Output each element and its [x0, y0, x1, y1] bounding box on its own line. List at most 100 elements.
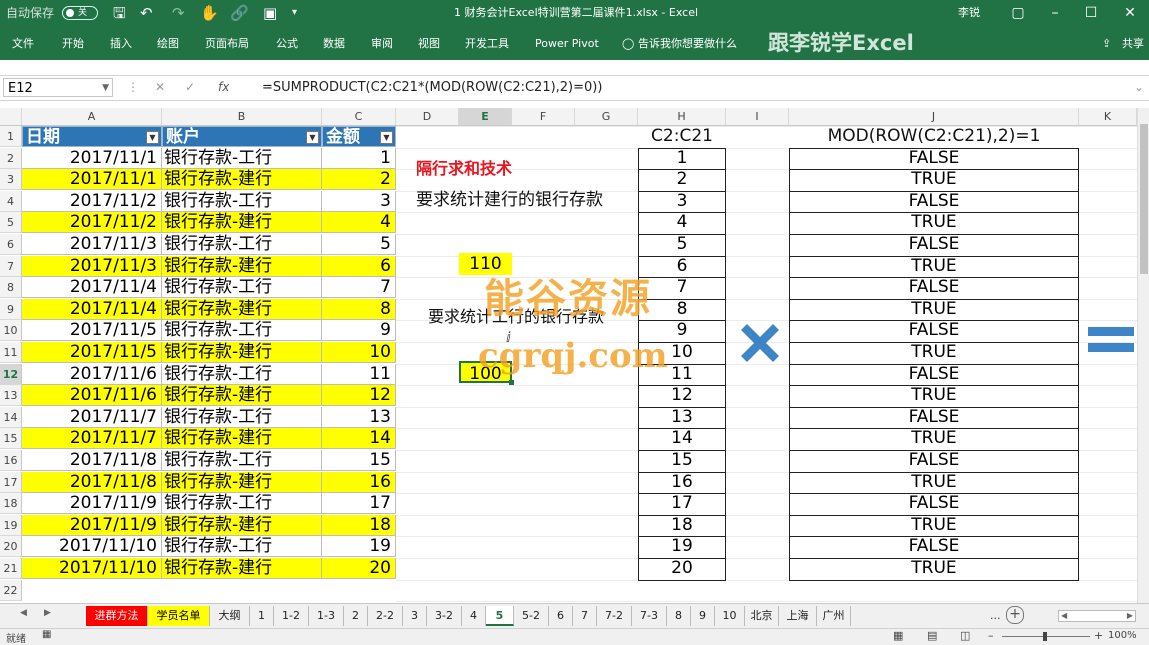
table-cell-amount[interactable]: 4 — [322, 212, 396, 234]
column-header-j[interactable]: J — [789, 108, 1079, 125]
sheet-tab[interactable]: 7-3 — [632, 606, 667, 626]
column-h-cell[interactable]: 1 — [638, 147, 726, 171]
scroll-left-icon[interactable]: ◀ — [1061, 611, 1067, 620]
column-h-cell[interactable]: 17 — [638, 493, 726, 516]
insert-function-icon[interactable]: fx — [218, 79, 229, 96]
column-j-cell[interactable]: FALSE — [789, 363, 1079, 387]
sheet-tab[interactable]: 北京 — [745, 606, 779, 626]
column-j-cell[interactable]: TRUE — [789, 471, 1079, 495]
tab-insert[interactable]: 插入 — [110, 37, 132, 50]
column-h-cell[interactable]: 6 — [638, 255, 726, 279]
table-cell-date[interactable]: 2017/11/5 — [22, 342, 162, 363]
normal-view-icon[interactable]: ▦ — [893, 629, 903, 642]
filter-dropdown-icon[interactable]: ▼ — [306, 131, 319, 144]
undo-icon[interactable]: ↶ — [140, 4, 153, 22]
table-cell-account[interactable]: 银行存款-工行 — [162, 493, 322, 515]
row-header[interactable]: 21 — [0, 558, 22, 579]
table-cell-account[interactable]: 银行存款-建行 — [162, 255, 322, 277]
note-title[interactable]: 隔行求和技术 — [416, 158, 512, 180]
column-header-b[interactable]: B — [162, 108, 322, 125]
table-cell-account[interactable]: 银行存款-建行 — [162, 212, 322, 234]
link-icon[interactable]: 🔗 — [230, 4, 249, 22]
table-cell-account[interactable]: 银行存款-建行 — [162, 428, 322, 450]
table-cell-date[interactable]: 2017/11/8 — [22, 471, 162, 493]
camera-icon[interactable]: ▣ — [263, 4, 277, 22]
column-h-cell[interactable]: 19 — [638, 536, 726, 559]
sheet-tab[interactable]: 3-2 — [427, 606, 462, 626]
tab-file[interactable]: 文件 — [12, 37, 34, 50]
filter-dropdown-icon[interactable]: ▼ — [146, 131, 159, 144]
table-cell-date[interactable]: 2017/11/4 — [22, 277, 162, 299]
share-button[interactable]: 共享 — [1122, 37, 1144, 50]
column-header-d[interactable]: D — [396, 108, 459, 125]
table-cell-account[interactable]: 银行存款-建行 — [162, 514, 322, 536]
tab-view[interactable]: 视图 — [418, 37, 440, 50]
sheet-tab[interactable]: 进群方法 — [86, 606, 148, 626]
sheet-tab[interactable]: 学员名单 — [148, 606, 210, 626]
redo-icon[interactable]: ↷ — [172, 4, 185, 22]
table-cell-date[interactable]: 2017/11/1 — [22, 169, 162, 191]
table-cell-date[interactable]: 2017/11/9 — [22, 493, 162, 515]
tab-power-pivot[interactable]: Power Pivot — [535, 37, 599, 50]
sheet-tab[interactable]: 2 — [344, 606, 368, 626]
row-header[interactable]: 6 — [0, 234, 22, 255]
touch-mode-icon[interactable]: ✋ — [200, 4, 219, 22]
tab-developer[interactable]: 开发工具 — [465, 37, 509, 50]
column-h-cell[interactable]: 16 — [638, 471, 726, 495]
table-header-date[interactable]: 日期 ▼ — [22, 126, 162, 147]
table-cell-account[interactable]: 银行存款-建行 — [162, 385, 322, 407]
table-cell-date[interactable]: 2017/11/3 — [22, 255, 162, 277]
table-cell-account[interactable]: 银行存款-工行 — [162, 406, 322, 428]
column-j-header[interactable]: MOD(ROW(C2:C21),2)=1 — [789, 126, 1079, 147]
table-cell-date[interactable]: 2017/11/10 — [22, 558, 162, 579]
tab-formulas[interactable]: 公式 — [276, 37, 298, 50]
table-cell-account[interactable]: 银行存款-工行 — [162, 536, 322, 558]
column-j-cell[interactable]: TRUE — [789, 558, 1079, 581]
table-header-account[interactable]: 账户 ▼ — [162, 126, 322, 147]
tab-page-layout[interactable]: 页面布局 — [205, 37, 249, 50]
table-cell-amount[interactable]: 20 — [322, 558, 396, 579]
column-j-cell[interactable]: FALSE — [789, 190, 1079, 214]
table-cell-account[interactable]: 银行存款-建行 — [162, 169, 322, 191]
column-h-cell[interactable]: 5 — [638, 234, 726, 257]
zoom-slider-thumb[interactable] — [1043, 632, 1047, 641]
column-j-cell[interactable]: FALSE — [789, 277, 1079, 300]
table-cell-date[interactable]: 2017/11/5 — [22, 320, 162, 342]
sheet-tab[interactable]: 2-2 — [368, 606, 403, 626]
sheet-tab[interactable]: 广州 — [817, 606, 851, 626]
table-cell-amount[interactable]: 1 — [322, 147, 396, 169]
user-name[interactable]: 李锐 — [958, 6, 980, 20]
column-header-g[interactable]: G — [575, 108, 638, 125]
table-cell-date[interactable]: 2017/11/6 — [22, 385, 162, 407]
sheet-tab[interactable]: 4 — [462, 606, 486, 626]
sheet-tab[interactable]: 5 — [486, 606, 514, 626]
row-header[interactable]: 22 — [0, 579, 22, 601]
customize-toolbar-icon[interactable]: ▾ — [292, 4, 297, 22]
row-header[interactable]: 11 — [0, 342, 22, 363]
sheet-tab[interactable]: 6 — [549, 606, 573, 626]
note-requirement-ccb[interactable]: 要求统计建行的银行存款 — [416, 189, 603, 211]
column-j-cell[interactable]: FALSE — [789, 536, 1079, 559]
table-cell-date[interactable]: 2017/11/8 — [22, 450, 162, 471]
table-cell-account[interactable]: 银行存款-工行 — [162, 234, 322, 255]
row-header[interactable]: 20 — [0, 536, 22, 558]
column-j-cell[interactable]: FALSE — [789, 320, 1079, 343]
column-h-cell[interactable]: 2 — [638, 169, 726, 192]
table-cell-amount[interactable]: 19 — [322, 536, 396, 558]
tabs-ellipsis[interactable]: ... — [990, 609, 1001, 622]
minimize-icon[interactable]: – — [1040, 4, 1070, 22]
table-cell-amount[interactable]: 7 — [322, 277, 396, 299]
chevron-down-icon[interactable]: ▼ — [102, 79, 109, 98]
row-header[interactable]: 19 — [0, 514, 22, 536]
tab-data[interactable]: 数据 — [323, 37, 345, 50]
table-cell-account[interactable]: 银行存款-工行 — [162, 147, 322, 169]
tab-draw[interactable]: 绘图 — [157, 37, 179, 50]
fill-handle[interactable] — [509, 380, 514, 385]
column-h-cell[interactable]: 4 — [638, 212, 726, 235]
row-header[interactable]: 10 — [0, 320, 22, 342]
table-cell-amount[interactable]: 16 — [322, 471, 396, 493]
table-cell-account[interactable]: 银行存款-建行 — [162, 342, 322, 363]
sheet-tab[interactable]: 5-2 — [514, 606, 549, 626]
result-cell-ccb[interactable]: 110 — [459, 253, 512, 275]
table-cell-amount[interactable]: 8 — [322, 298, 396, 320]
